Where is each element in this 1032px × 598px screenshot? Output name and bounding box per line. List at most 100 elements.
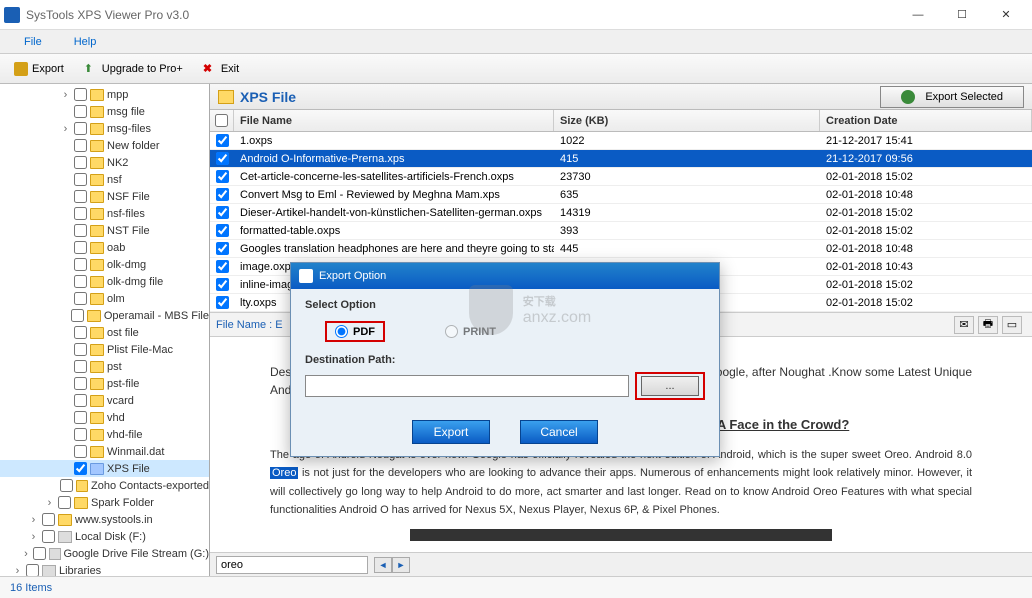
row-checkbox[interactable]	[216, 296, 229, 309]
select-all-checkbox[interactable]	[215, 114, 228, 127]
search-input[interactable]	[216, 556, 368, 574]
folder-tree[interactable]: ›mpp msg file›msg-files New folder NK2 n…	[0, 84, 210, 576]
tree-checkbox[interactable]	[58, 496, 71, 509]
tree-item[interactable]: NST File	[0, 222, 209, 239]
tree-item[interactable]: vcard	[0, 392, 209, 409]
tree-item[interactable]: olk-dmg	[0, 256, 209, 273]
tree-checkbox[interactable]	[74, 394, 87, 407]
browse-button[interactable]: ...	[641, 376, 699, 396]
tree-twisty[interactable]: ›	[28, 514, 39, 526]
tree-item[interactable]: XPS File	[0, 460, 209, 477]
tree-item[interactable]: Winmail.dat	[0, 443, 209, 460]
grid-header-date[interactable]: Creation Date	[820, 110, 1032, 131]
row-checkbox[interactable]	[216, 170, 229, 183]
tree-checkbox[interactable]	[74, 360, 87, 373]
tree-item[interactable]: vhd	[0, 409, 209, 426]
dialog-cancel-button[interactable]: Cancel	[520, 420, 598, 444]
grid-header-checkbox[interactable]	[210, 110, 234, 131]
tree-item[interactable]: ›Local Disk (F:)	[0, 528, 209, 545]
tree-checkbox[interactable]	[74, 105, 87, 118]
tree-item[interactable]: ›mpp	[0, 86, 209, 103]
table-row[interactable]: Convert Msg to Eml - Reviewed by Meghna …	[210, 186, 1032, 204]
row-checkbox[interactable]	[216, 260, 229, 273]
export-selected-button[interactable]: Export Selected	[880, 86, 1024, 108]
tree-checkbox[interactable]	[74, 139, 87, 152]
table-row[interactable]: 1.oxps102221-12-2017 15:41	[210, 132, 1032, 150]
preview-tool-1[interactable]: ✉	[954, 316, 974, 334]
toolbar-exit-button[interactable]: ✖ Exit	[195, 60, 247, 78]
table-row[interactable]: formatted-table.oxps39302-01-2018 15:02	[210, 222, 1032, 240]
close-button[interactable]: ✕	[984, 1, 1028, 29]
tree-checkbox[interactable]	[74, 241, 87, 254]
tree-checkbox[interactable]	[74, 462, 87, 475]
menu-help[interactable]: Help	[58, 36, 113, 48]
tree-item[interactable]: nsf-files	[0, 205, 209, 222]
tree-checkbox[interactable]	[42, 530, 55, 543]
tree-checkbox[interactable]	[74, 343, 87, 356]
table-row[interactable]: Android O-Informative-Prerna.xps41521-12…	[210, 150, 1032, 168]
option-print-radio[interactable]	[445, 325, 458, 338]
tree-item[interactable]: ›msg-files	[0, 120, 209, 137]
option-print[interactable]: PRINT	[445, 321, 496, 342]
tree-twisty[interactable]: ›	[44, 497, 55, 509]
preview-tool-3[interactable]: ▭	[1002, 316, 1022, 334]
toolbar-export-button[interactable]: Export	[6, 60, 72, 78]
tree-item[interactable]: Operamail - MBS File	[0, 307, 209, 324]
tree-item[interactable]: oab	[0, 239, 209, 256]
tree-twisty[interactable]: ›	[22, 548, 31, 560]
tree-checkbox[interactable]	[74, 207, 87, 220]
search-prev-button[interactable]: ◄	[374, 557, 392, 573]
tree-checkbox[interactable]	[42, 513, 55, 526]
tree-item[interactable]: pst-file	[0, 375, 209, 392]
dialog-export-button[interactable]: Export	[412, 420, 490, 444]
tree-item[interactable]: NSF File	[0, 188, 209, 205]
tree-item[interactable]: olk-dmg file	[0, 273, 209, 290]
tree-checkbox[interactable]	[74, 122, 87, 135]
tree-item[interactable]: ost file	[0, 324, 209, 341]
row-checkbox[interactable]	[216, 134, 229, 147]
row-checkbox[interactable]	[216, 278, 229, 291]
tree-item[interactable]: New folder	[0, 137, 209, 154]
destination-path-input[interactable]	[305, 375, 629, 397]
tree-twisty[interactable]: ›	[12, 565, 23, 577]
tree-item[interactable]: olm	[0, 290, 209, 307]
option-pdf-radio[interactable]	[335, 325, 348, 338]
tree-checkbox[interactable]	[74, 190, 87, 203]
tree-item[interactable]: ›Spark Folder	[0, 494, 209, 511]
tree-item[interactable]: Zoho Contacts-exported	[0, 477, 209, 494]
tree-checkbox[interactable]	[74, 428, 87, 441]
toolbar-upgrade-button[interactable]: ⬆ Upgrade to Pro+	[76, 60, 191, 78]
tree-checkbox[interactable]	[74, 224, 87, 237]
tree-item[interactable]: NK2	[0, 154, 209, 171]
tree-checkbox[interactable]	[74, 258, 87, 271]
tree-item[interactable]: vhd-file	[0, 426, 209, 443]
tree-item[interactable]: ›www.systools.in	[0, 511, 209, 528]
tree-checkbox[interactable]	[26, 564, 39, 576]
tree-checkbox[interactable]	[60, 479, 73, 492]
preview-tool-2[interactable]: 🖶	[978, 316, 998, 334]
tree-item[interactable]: ›Libraries	[0, 562, 209, 576]
row-checkbox[interactable]	[216, 224, 229, 237]
table-row[interactable]: Dieser-Artikel-handelt-von-künstlichen-S…	[210, 204, 1032, 222]
tree-twisty[interactable]: ›	[28, 531, 39, 543]
tree-item[interactable]: ›Google Drive File Stream (G:)	[0, 545, 209, 562]
minimize-button[interactable]: —	[896, 1, 940, 29]
menu-file[interactable]: File	[8, 36, 58, 48]
row-checkbox[interactable]	[216, 152, 229, 165]
tree-checkbox[interactable]	[74, 292, 87, 305]
dialog-titlebar[interactable]: Export Option	[291, 263, 719, 289]
tree-checkbox[interactable]	[74, 173, 87, 186]
table-row[interactable]: Cet-article-concerne-les-satellites-arti…	[210, 168, 1032, 186]
maximize-button[interactable]: ☐	[940, 1, 984, 29]
tree-checkbox[interactable]	[74, 445, 87, 458]
tree-checkbox[interactable]	[33, 547, 46, 560]
table-row[interactable]: Googles translation headphones are here …	[210, 240, 1032, 258]
tree-checkbox[interactable]	[74, 275, 87, 288]
tree-item[interactable]: msg file	[0, 103, 209, 120]
tree-checkbox[interactable]	[74, 411, 87, 424]
row-checkbox[interactable]	[216, 242, 229, 255]
tree-item[interactable]: pst	[0, 358, 209, 375]
tree-item[interactable]: Plist File-Mac	[0, 341, 209, 358]
tree-checkbox[interactable]	[74, 156, 87, 169]
tree-checkbox[interactable]	[74, 326, 87, 339]
